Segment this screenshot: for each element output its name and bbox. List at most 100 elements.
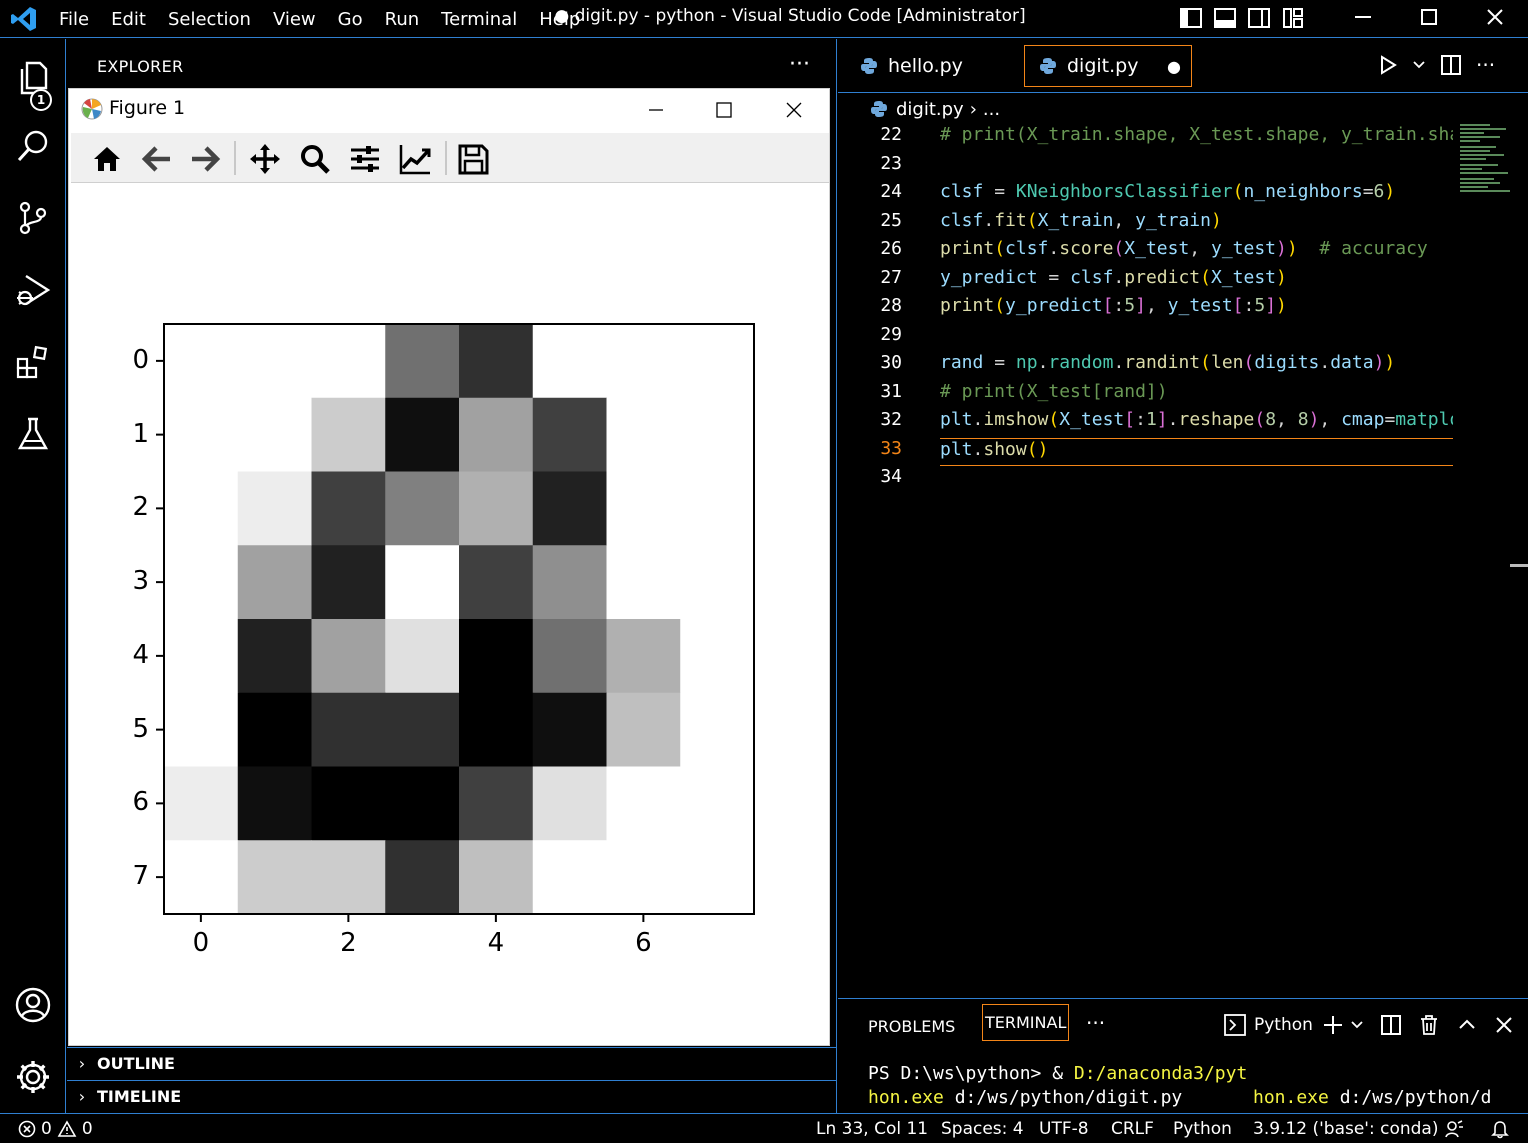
zoom-button[interactable] [295, 140, 335, 178]
code-line[interactable]: 26 print(clsf.score(X_test, y_test)) # ac… [838, 238, 1453, 266]
split-terminal-icon[interactable] [1380, 1014, 1402, 1036]
code-line[interactable]: 33 plt.show() [838, 437, 1453, 466]
problems-status[interactable]: 0 0 [18, 1119, 93, 1139]
maximize-button[interactable] [1396, 0, 1462, 34]
edit-axis-button[interactable] [395, 140, 435, 178]
tab-terminal[interactable]: TERMINAL [982, 1004, 1070, 1041]
code-token: : [1135, 409, 1146, 430]
back-button[interactable] [137, 140, 177, 178]
menu-selection[interactable]: Selection [157, 9, 262, 30]
code-editor[interactable]: 22 # print(X_train.shape, X_test.shape, y… [838, 124, 1453, 994]
menu-edit[interactable]: Edit [100, 9, 157, 30]
activity-manage[interactable] [0, 1046, 66, 1108]
code-line[interactable]: 28 print(y_predict[:5], y_test[:5]) [838, 295, 1453, 323]
figure-minimize-button[interactable] [621, 89, 691, 131]
end-of-line[interactable]: CRLF [1111, 1119, 1154, 1139]
pixel-cell [459, 766, 534, 841]
run-icon[interactable] [1378, 54, 1398, 76]
forward-button[interactable] [185, 140, 225, 178]
menu-view[interactable]: View [262, 9, 327, 30]
menu-run[interactable]: Run [374, 9, 431, 30]
menu-help[interactable]: Help [528, 9, 591, 30]
activity-testing[interactable] [0, 403, 66, 465]
code-line[interactable]: 23 [838, 153, 1453, 181]
timeline-section[interactable]: › TIMELINE [67, 1080, 837, 1112]
tab-digit-py[interactable]: digit.py ● [1024, 45, 1192, 87]
menu-go[interactable]: Go [327, 9, 374, 30]
editor-scrollbar[interactable] [1510, 564, 1528, 567]
chevron-down-icon[interactable] [1350, 1018, 1364, 1032]
breadcrumb-symbol[interactable]: ... [983, 99, 1000, 120]
figure-close-button[interactable] [759, 89, 829, 131]
line-number: 34 [880, 466, 902, 487]
terminal-exe: hon.exe [1253, 1087, 1329, 1108]
menu-file[interactable]: File [48, 9, 100, 30]
pixel-cell [606, 692, 681, 767]
outline-section[interactable]: › OUTLINE [67, 1047, 837, 1079]
activity-explorer[interactable]: 1 [0, 47, 66, 111]
explorer-more-actions[interactable]: ··· [789, 52, 810, 77]
menu-terminal[interactable]: Terminal [430, 9, 528, 30]
code-line[interactable]: 27 y_predict = clsf.predict(X_test) [838, 267, 1453, 295]
minimize-button[interactable] [1330, 0, 1396, 34]
breadcrumb-file[interactable]: digit.py [896, 99, 964, 120]
more-actions-icon[interactable]: ··· [1476, 53, 1495, 77]
tab-hello-py[interactable]: hello.py [860, 45, 1030, 87]
figure-maximize-button[interactable] [689, 89, 759, 131]
home-button[interactable] [87, 140, 127, 178]
encoding[interactable]: UTF-8 [1039, 1119, 1089, 1139]
split-editor-icon[interactable] [1440, 54, 1462, 76]
code-line[interactable]: 32 plt.imshow(X_test[:1].reshape(8, 8), c… [838, 409, 1453, 437]
pixel-cell [164, 545, 239, 620]
code-line[interactable]: 34 [838, 466, 1453, 494]
toggle-secondary-sidebar-icon[interactable] [1246, 5, 1272, 31]
code-line[interactable]: 25 clsf.fit(X_train, y_train) [838, 210, 1453, 238]
toggle-panel-icon[interactable] [1212, 5, 1238, 31]
code-text: plt.imshow(X_test[:1].reshape(8, 8), cma… [940, 409, 1453, 430]
cursor-position[interactable]: Ln 33, Col 11 [816, 1119, 928, 1139]
toggle-primary-sidebar-icon[interactable] [1178, 5, 1204, 31]
notifications-bell-icon[interactable] [1490, 1119, 1510, 1139]
trash-icon[interactable] [1418, 1014, 1440, 1036]
code-token: ( [1232, 181, 1244, 202]
tab-problems[interactable]: PROBLEMS [868, 1017, 955, 1036]
code-text: print(clsf.score(X_test, y_test)) # accu… [940, 238, 1428, 259]
configure-subplots-button[interactable] [345, 140, 385, 178]
chevron-up-icon[interactable] [1456, 1014, 1478, 1036]
code-token: : [1113, 295, 1125, 316]
pan-button[interactable] [245, 140, 285, 178]
code-line[interactable]: 30 rand = np.random.randint(len(digits.da… [838, 352, 1453, 380]
close-window-button[interactable] [1462, 0, 1528, 34]
code-token: . [972, 438, 984, 460]
indentation[interactable]: Spaces: 4 [941, 1119, 1024, 1139]
python-file-icon [871, 101, 887, 117]
code-line[interactable]: 29 [838, 324, 1453, 352]
close-icon[interactable] [1494, 1015, 1514, 1035]
tab-label: hello.py [888, 55, 963, 77]
maximize-icon [1421, 9, 1437, 25]
pixel-cell [606, 471, 681, 546]
code-token: ) [1384, 181, 1396, 202]
pixel-cell [459, 324, 534, 399]
save-figure-button[interactable] [453, 140, 493, 178]
activity-run-debug[interactable] [0, 259, 66, 321]
terminal-selector[interactable]: Python [1224, 1014, 1313, 1036]
customize-layout-icon[interactable] [1280, 5, 1306, 31]
feedback-icon[interactable] [1444, 1119, 1464, 1139]
panel-more-actions[interactable]: ··· [1086, 1011, 1105, 1035]
pixel-cell [237, 692, 312, 767]
activity-source-control[interactable] [0, 187, 66, 249]
activity-search[interactable] [0, 115, 66, 177]
chevron-down-icon[interactable] [1412, 58, 1426, 72]
activity-accounts[interactable] [0, 974, 66, 1036]
code-line[interactable]: 31 # print(X_test[rand]) [838, 381, 1453, 409]
minimap[interactable] [1460, 124, 1512, 194]
code-line[interactable]: 22 # print(X_train.shape, X_test.shape, y… [838, 124, 1453, 152]
unsaved-dot-icon[interactable]: ● [1167, 57, 1181, 76]
code-line[interactable]: 24 clsf = KNeighborsClassifier(n_neighbor… [838, 181, 1453, 209]
activity-extensions[interactable] [0, 331, 66, 393]
python-interpreter[interactable]: 3.9.12 ('base': conda) [1253, 1119, 1438, 1139]
code-token: print [940, 238, 995, 259]
language-mode[interactable]: Python [1173, 1119, 1232, 1139]
plus-icon[interactable] [1322, 1014, 1344, 1036]
